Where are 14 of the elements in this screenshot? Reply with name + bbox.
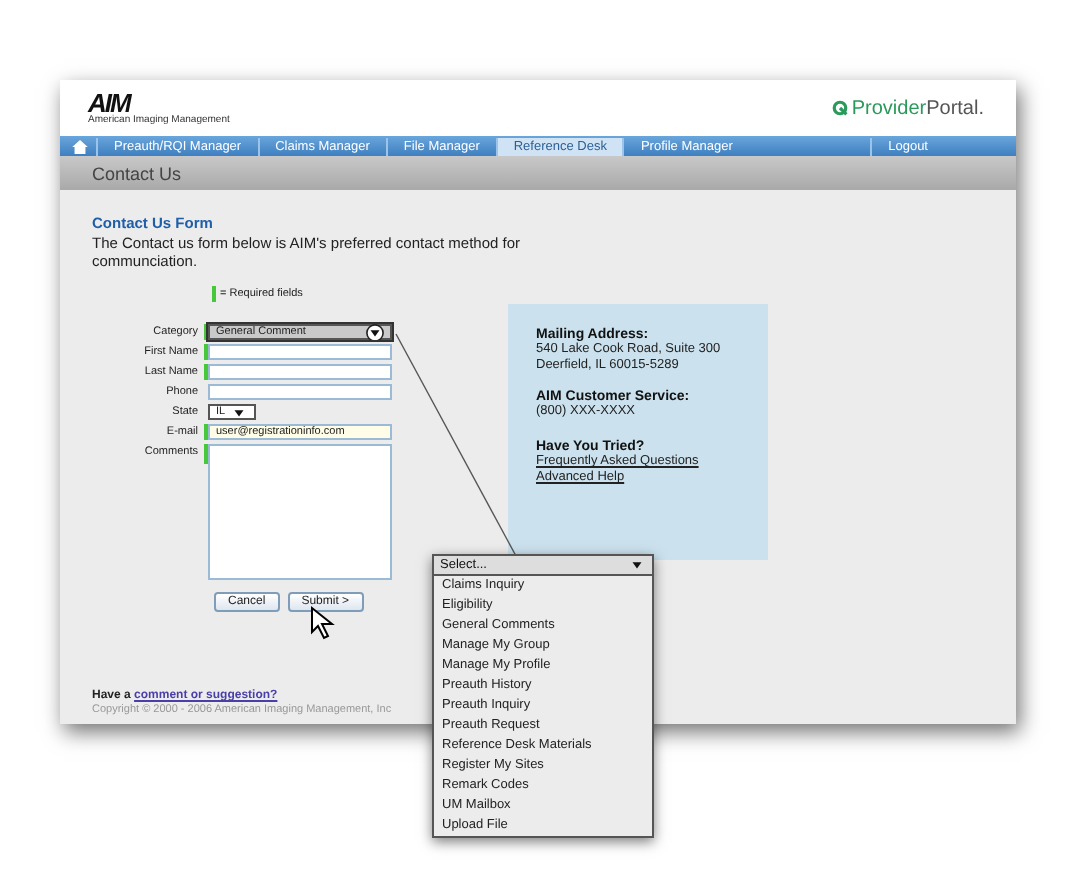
brand-text: Portal. [926,97,984,119]
input-field[interactable] [208,384,392,400]
mouse-cursor-icon [311,605,335,640]
comments-field[interactable] [208,444,392,580]
required-marker [212,286,216,302]
input-field[interactable] [208,364,392,380]
input-field[interactable] [208,344,392,360]
caret-icon [628,556,646,574]
page-title: Contact Us [92,163,182,183]
brand-text: Provider [851,97,927,119]
portal-logo-icon [831,100,848,116]
home-icon[interactable] [72,139,88,153]
circled-arrow-icon [366,323,384,341]
logo-text: AIM [88,90,134,116]
